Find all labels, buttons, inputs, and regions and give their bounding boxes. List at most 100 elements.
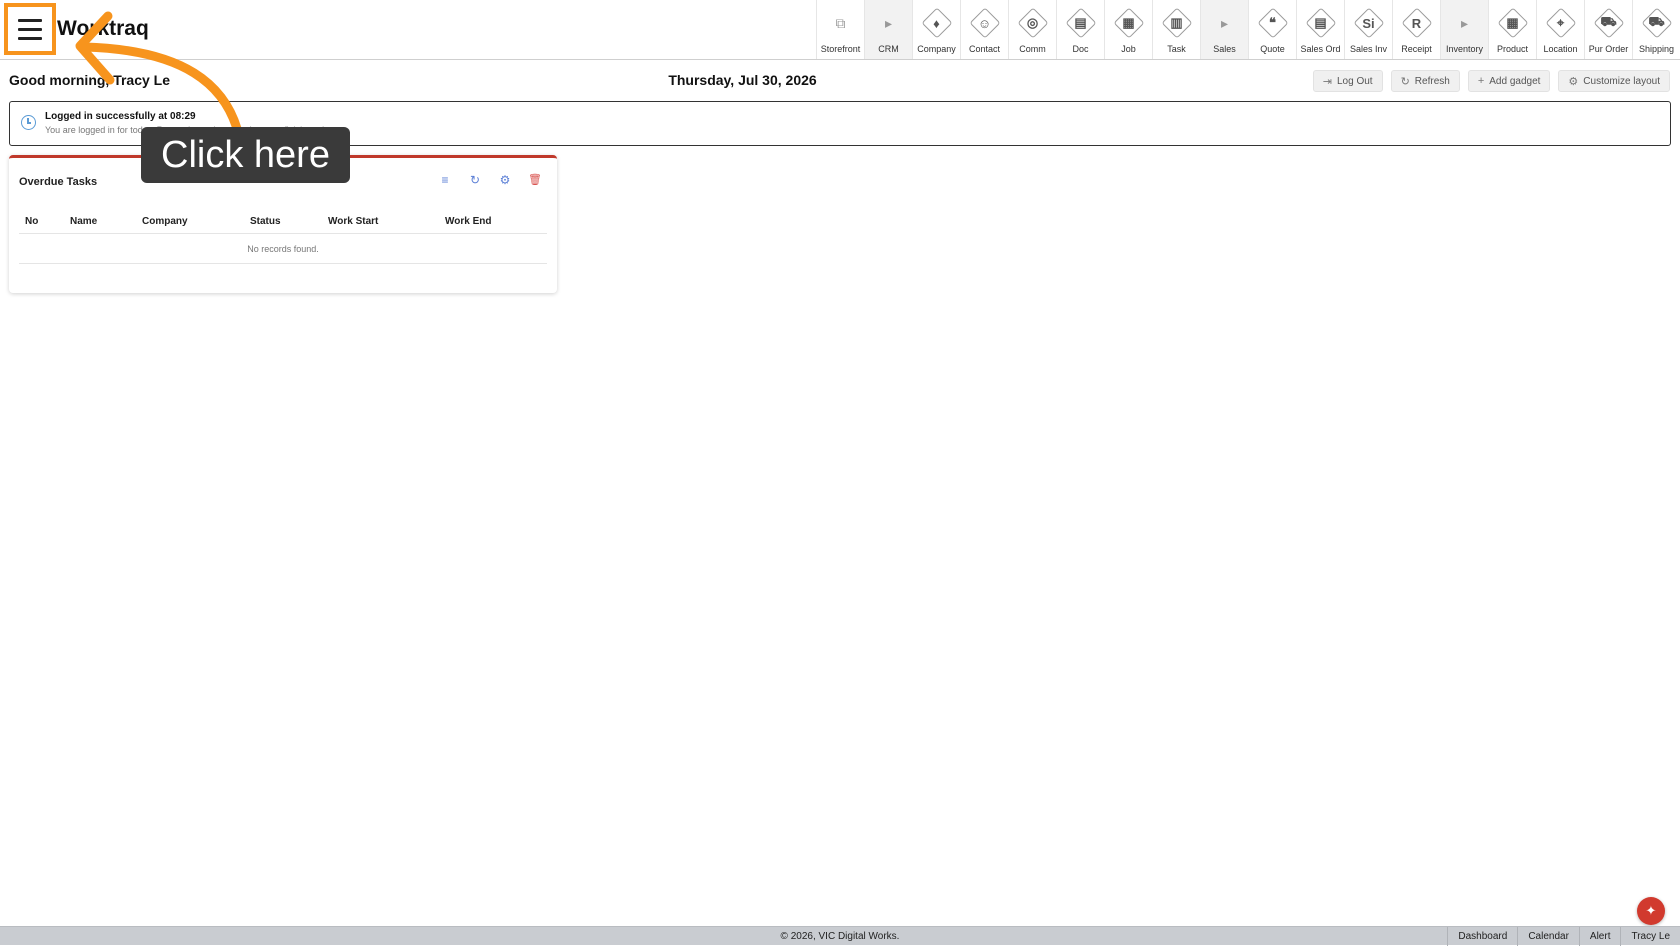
icon-glyph: ⛟ [1600,14,1617,29]
tasks-table: No Name Company Status Work Start Work E… [19,216,547,264]
nav-pur-order[interactable]: ⛟ Pur Order [1584,0,1632,59]
column-header-company[interactable]: Company [136,216,244,233]
gear-icon: ⚙ [1568,75,1579,88]
icon-glyph: R [1411,15,1422,31]
sales-order-icon: ▤ [1303,5,1339,41]
gear-icon[interactable]: ⚙ [498,173,512,187]
nav-crm[interactable]: ▸ CRM [864,0,912,59]
gadget-tools: ≡ ↻ ⚙ 🗑 [438,173,542,187]
nav-label: Shipping [1638,44,1675,54]
icon-glyph: ⛟ [1648,14,1665,29]
click-here-tooltip: Click here [141,127,350,183]
list-icon[interactable]: ≡ [438,173,452,187]
icon-glyph: ☺ [977,15,992,31]
footer-links: Dashboard Calendar Alert Tracy Le [1447,927,1680,946]
nav-receipt[interactable]: R Receipt [1392,0,1440,59]
nav-job[interactable]: ▦ Job [1104,0,1152,59]
refresh-button[interactable]: ↻ Refresh [1390,70,1460,92]
quote-icon: ❝ [1255,5,1291,41]
nav-product[interactable]: ▦ Product [1488,0,1536,59]
external-link-icon: ⧉ [823,5,859,41]
assistant-fab-button[interactable]: ✦ [1637,897,1665,925]
icon-glyph: ▦ [1122,15,1135,30]
product-icon: ▦ [1495,5,1531,41]
icon-glyph: ⧉ [835,14,846,31]
nav-label: Job [1121,44,1136,54]
nav-sales-inv[interactable]: Si Sales Inv [1344,0,1392,59]
nav-label: Quote [1260,44,1285,54]
icon-glyph: ♦ [933,15,940,31]
icon-glyph: ▤ [1074,15,1087,30]
company-icon: ♦ [919,5,955,41]
add-gadget-label: Add gadget [1489,75,1541,87]
nav-label: Location [1543,44,1578,54]
nav-label: Pur Order [1588,44,1629,54]
tutorial-arrow [75,11,243,137]
caret-right-icon: ▸ [1207,5,1243,41]
footer: © 2026, VIC Digital Works. Dashboard Cal… [0,926,1680,946]
customize-layout-label: Customize layout [1583,75,1660,87]
footer-link-alert[interactable]: Alert [1578,927,1621,946]
nav-location[interactable]: ⌖ Location [1536,0,1584,59]
footer-link-calendar[interactable]: Calendar [1517,927,1579,946]
copyright: © 2026, VIC Digital Works. [780,931,900,942]
doc-icon: ▤ [1063,5,1099,41]
icon-glyph: ▸ [1220,14,1229,31]
add-gadget-button[interactable]: + Add gadget [1467,70,1551,92]
comm-icon: ◎ [1015,5,1051,41]
nav-label: Sales Ord [1300,44,1341,54]
job-icon: ▦ [1111,5,1147,41]
icon-glyph: ◎ [1026,15,1039,30]
logout-button[interactable]: ⇥ Log Out [1312,70,1383,92]
nav-label: Company [917,44,956,54]
cart-icon: ⛟ [1591,5,1627,41]
icon-glyph: ❝ [1269,15,1276,30]
nav-label: Task [1167,44,1186,54]
sales-invoice-icon: Si [1351,5,1387,41]
footer-link-dashboard[interactable]: Dashboard [1447,927,1517,946]
logout-icon: ⇥ [1322,75,1332,88]
nav-label: Contact [968,44,1001,54]
truck-icon: ⛟ [1639,5,1675,41]
refresh-icon: ↻ [1400,75,1410,88]
icon-glyph: ▸ [1460,14,1469,31]
icon-glyph: ▸ [884,14,893,31]
nav-sales-ord[interactable]: ▤ Sales Ord [1296,0,1344,59]
empty-message: No records found. [19,234,547,264]
nav-shipping[interactable]: ⛟ Shipping [1632,0,1680,59]
column-header-status[interactable]: Status [244,216,322,233]
logout-label: Log Out [1336,75,1373,87]
icon-glyph: ▤ [1314,15,1327,30]
trash-icon[interactable]: 🗑 [528,173,542,187]
task-icon: ▥ [1159,5,1195,41]
nav-sales[interactable]: ▸ Sales [1200,0,1248,59]
icon-glyph: ▦ [1506,15,1519,30]
column-header-work-end[interactable]: Work End [439,216,539,233]
nav-label: Receipt [1401,44,1432,54]
nav-label: Sales Inv [1349,44,1388,54]
nav-quote[interactable]: ❝ Quote [1248,0,1296,59]
nav-contact[interactable]: ☺ Contact [960,0,1008,59]
column-header-name[interactable]: Name [64,216,136,233]
nav-label: Storefront [820,44,861,54]
caret-right-icon: ▸ [871,5,907,41]
column-header-no[interactable]: No [19,216,64,233]
nav-doc[interactable]: ▤ Doc [1056,0,1104,59]
nav-comm[interactable]: ◎ Comm [1008,0,1056,59]
plus-icon: + [1477,75,1485,87]
footer-link-user[interactable]: Tracy Le [1620,927,1680,946]
nav-storefront[interactable]: ⧉ Storefront [816,0,864,59]
nav-company[interactable]: ♦ Company [912,0,960,59]
nav-task[interactable]: ▥ Task [1152,0,1200,59]
contact-icon: ☺ [967,5,1003,41]
nav-label: CRM [878,44,899,54]
customize-layout-button[interactable]: ⚙ Customize layout [1558,70,1670,92]
nav-label: Sales [1213,44,1236,54]
nav-label: Comm [1019,44,1046,54]
column-header-work-start[interactable]: Work Start [322,216,439,233]
nav-label: Product [1496,44,1529,54]
nav-inventory[interactable]: ▸ Inventory [1440,0,1488,59]
refresh-icon[interactable]: ↻ [468,173,482,187]
module-nav: ⧉ Storefront ▸ CRM ♦ Company ☺ Contact ◎ Comm ▤ Doc… [816,0,1680,59]
header-actions: ⇥ Log Out ↻ Refresh + Add gadget ⚙ Custo… [1312,70,1670,92]
